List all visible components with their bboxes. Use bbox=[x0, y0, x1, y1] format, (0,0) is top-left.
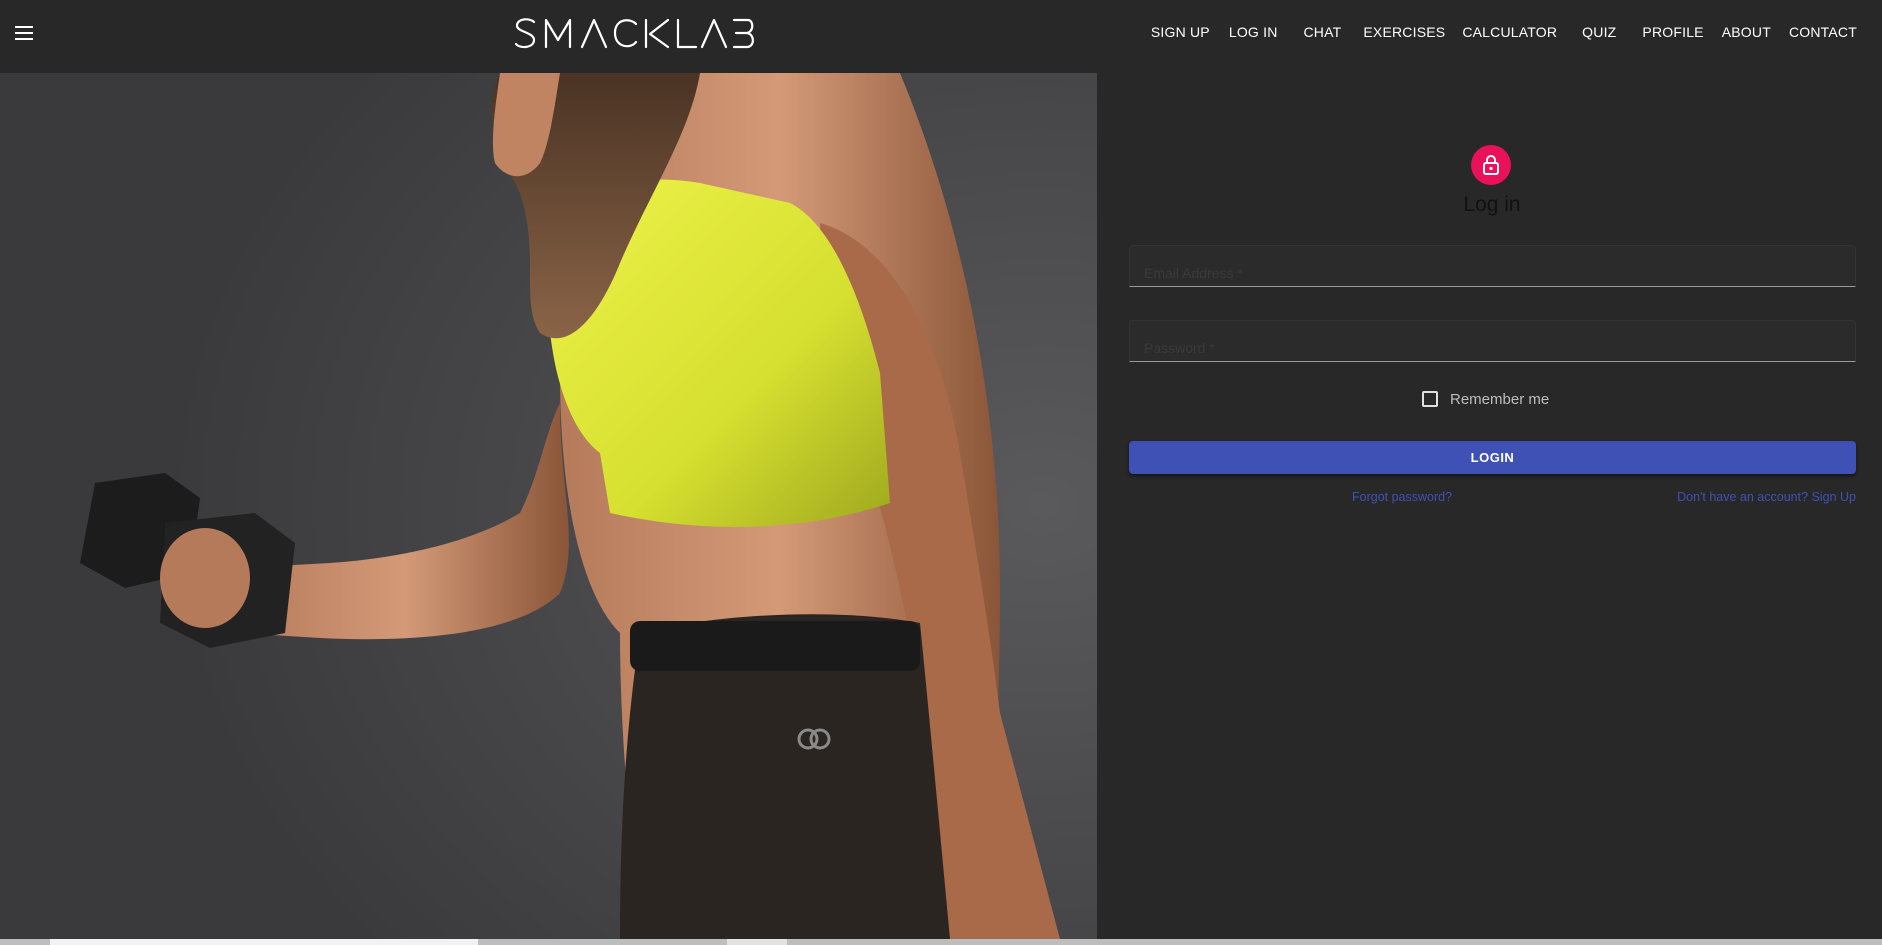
fitness-photo bbox=[0, 73, 1097, 939]
nav-chat[interactable]: CHAT bbox=[1304, 24, 1342, 40]
nav-contact[interactable]: CONTACT bbox=[1789, 24, 1857, 40]
top-app-bar: SIGN UP LOG IN CHAT EXERCISES CALCULATOR… bbox=[0, 0, 1882, 73]
remember-me-label: Remember me bbox=[1450, 390, 1550, 408]
nav-about[interactable]: ABOUT bbox=[1722, 24, 1771, 40]
password-field-container bbox=[1129, 320, 1856, 362]
remember-me[interactable]: Remember me bbox=[1422, 389, 1549, 409]
nav-calculator[interactable]: CALCULATOR bbox=[1462, 24, 1557, 40]
brand-logo[interactable] bbox=[514, 8, 754, 60]
nav-profile[interactable]: PROFILE bbox=[1642, 24, 1703, 40]
nav-quiz[interactable]: QUIZ bbox=[1582, 24, 1616, 40]
email-field-container bbox=[1129, 245, 1856, 287]
scrollbar-thumb-secondary[interactable] bbox=[727, 939, 787, 945]
forgot-password-link[interactable]: Forgot password? bbox=[1352, 490, 1452, 504]
lock-avatar bbox=[1471, 145, 1511, 185]
main-nav: SIGN UP LOG IN CHAT EXERCISES CALCULATOR… bbox=[1151, 22, 1857, 42]
hero-image bbox=[0, 73, 1097, 939]
sign-up-link[interactable]: Don't have an account? Sign Up bbox=[1677, 490, 1856, 504]
nav-log-in[interactable]: LOG IN bbox=[1229, 24, 1278, 40]
remember-me-checkbox[interactable] bbox=[1422, 391, 1438, 407]
login-button[interactable]: LOGIN bbox=[1129, 441, 1856, 474]
email-field[interactable] bbox=[1130, 246, 1855, 286]
lock-icon bbox=[1483, 155, 1499, 175]
login-title: Log in bbox=[1463, 193, 1521, 216]
nav-exercises[interactable]: EXERCISES bbox=[1363, 24, 1445, 40]
password-field[interactable] bbox=[1130, 321, 1855, 361]
scrollbar-thumb[interactable] bbox=[50, 939, 478, 945]
nav-sign-up[interactable]: SIGN UP bbox=[1151, 24, 1210, 40]
menu-icon[interactable] bbox=[12, 22, 36, 44]
